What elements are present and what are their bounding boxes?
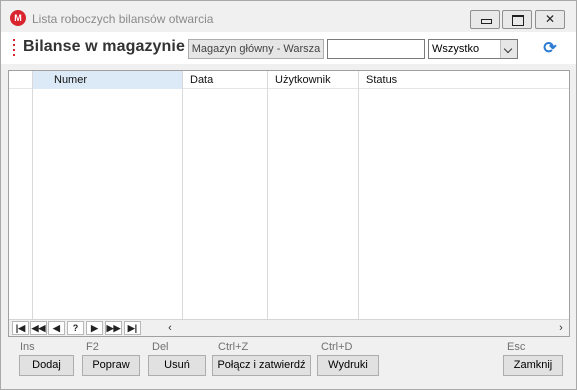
grid-body[interactable] [9,89,569,319]
action-bar: Ins Dodaj F2 Popraw Del Usuń Ctrl+Z Połą… [1,338,576,388]
nav-last-icon[interactable]: ▶| [124,321,141,335]
dialog-window: M Lista roboczych bilansów otwarcia ✕ Bi… [0,0,577,390]
nav-first-icon[interactable]: |◀ [12,321,29,335]
nav-next-page-icon[interactable]: ▶▶ [105,321,122,335]
merge-confirm-button[interactable]: Połącz i zatwierdź [212,355,311,376]
refresh-icon[interactable]: ⟳ [541,40,559,58]
page-title: Bilanse w magazynie [23,38,185,55]
print-button[interactable]: Wydruki [317,355,379,376]
grip-dots-icon [13,39,16,57]
horizontal-scrollbar[interactable]: ‹ › [162,321,568,335]
filter-select-value: Wszystko [432,43,480,55]
search-input[interactable] [327,39,425,59]
nav-next-icon[interactable]: ▶ [86,321,103,335]
app-logo-icon: M [10,10,26,26]
nav-help-icon[interactable]: ? [67,321,84,335]
nav-prev-page-icon[interactable]: ◀◀ [30,321,47,335]
delete-button[interactable]: Usuń [148,355,206,376]
close-icon: ✕ [544,12,556,26]
grid-navigation-bar: |◀ ◀◀ ◀ ? ▶ ▶▶ ▶| ‹ › [9,319,569,336]
chevron-down-icon[interactable] [500,40,517,58]
scroll-right-icon[interactable]: › [554,321,568,335]
maximize-icon [503,11,531,28]
nav-prev-icon[interactable]: ◀ [48,321,65,335]
shortcut-dodaj: Ins [20,341,35,353]
maximize-button[interactable] [502,10,532,29]
window-title: Lista roboczych bilansów otwarcia [32,12,214,26]
toolbar: Bilanse w magazynie Magazyn główny - War… [1,32,576,64]
filter-select[interactable]: Wszystko [428,39,518,59]
shortcut-polacz: Ctrl+Z [218,341,249,353]
add-button[interactable]: Dodaj [19,355,74,376]
minimize-icon [471,11,499,28]
data-grid[interactable]: Numer Data Użytkownik Status |◀ ◀◀ ◀ ? ▶… [8,70,570,337]
minimize-button[interactable] [470,10,500,29]
close-dialog-button[interactable]: Zamknij [503,355,563,376]
title-bar[interactable]: M Lista roboczych bilansów otwarcia ✕ [1,1,576,31]
shortcut-usun: Del [152,341,169,353]
warehouse-button[interactable]: Magazyn główny - Warsza [188,39,324,59]
scroll-left-icon[interactable]: ‹ [163,321,177,335]
shortcut-zamknij: Esc [507,341,526,353]
shortcut-popraw: F2 [86,341,99,353]
shortcut-wydruki: Ctrl+D [321,341,353,353]
column-header-status[interactable]: Status [366,74,397,86]
edit-button[interactable]: Popraw [82,355,140,376]
close-button[interactable]: ✕ [535,10,565,29]
